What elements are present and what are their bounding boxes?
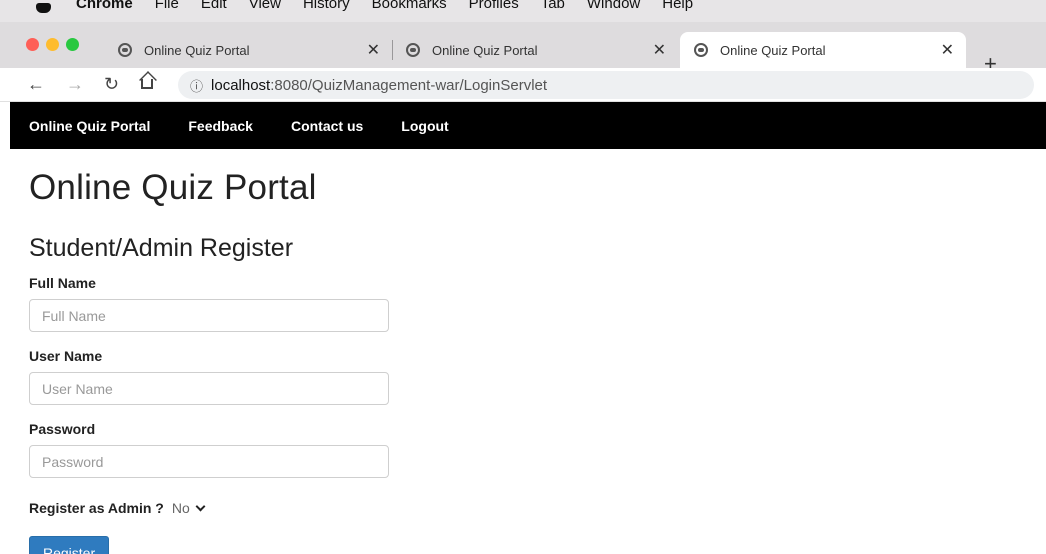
reload-icon[interactable]: ↻: [104, 74, 119, 95]
chevron-down-icon: [195, 501, 206, 511]
browser-tab-3-active[interactable]: Online Quiz Portal ✕: [680, 32, 966, 68]
page-content: Online Quiz Portal Student/Admin Registe…: [29, 168, 629, 554]
fullname-label: Full Name: [29, 275, 96, 291]
minimize-window-button[interactable]: [46, 38, 59, 51]
forward-arrow-icon[interactable]: →: [66, 74, 84, 95]
info-icon[interactable]: ⓘ: [190, 76, 203, 95]
nav-contact-link[interactable]: Contact us: [291, 118, 363, 134]
menu-bookmarks[interactable]: Bookmarks: [372, 0, 447, 12]
back-arrow-icon[interactable]: ←: [27, 74, 45, 95]
admin-select-value: No: [171, 500, 190, 516]
browser-tab-strip: Online Quiz Portal ✕ Online Quiz Portal …: [0, 22, 1046, 76]
register-button[interactable]: Register: [29, 536, 110, 554]
username-input[interactable]: [29, 372, 389, 405]
fullname-input[interactable]: [29, 299, 389, 332]
menu-history[interactable]: History: [303, 0, 350, 12]
close-window-button[interactable]: [26, 38, 39, 51]
browser-toolbar: ← → ↻ ⓘ localhost:8080/QuizManagement-wa…: [0, 68, 1046, 102]
menu-app-name[interactable]: Chrome: [76, 0, 133, 12]
tab-title: Online Quiz Portal: [432, 42, 538, 58]
admin-label: Register as Admin ?: [29, 500, 164, 516]
menu-help[interactable]: Help: [662, 0, 693, 12]
username-group: User Name: [29, 348, 629, 405]
site-navbar: Online Quiz Portal Feedback Contact us L…: [10, 102, 1046, 149]
menu-edit[interactable]: Edit: [201, 0, 227, 12]
menu-file[interactable]: File: [155, 0, 179, 12]
browser-tab-1[interactable]: Online Quiz Portal ✕: [104, 32, 392, 68]
close-tab-icon[interactable]: ✕: [653, 40, 666, 60]
fullname-group: Full Name: [29, 275, 629, 332]
nav-brand-link[interactable]: Online Quiz Portal: [29, 118, 150, 134]
nav-feedback-link[interactable]: Feedback: [188, 118, 253, 134]
address-bar[interactable]: ⓘ localhost:8080/QuizManagement-war/Logi…: [178, 71, 1034, 99]
tab-title: Online Quiz Portal: [144, 42, 250, 58]
password-label: Password: [29, 421, 96, 437]
form-title: Student/Admin Register: [29, 234, 294, 262]
menu-profiles[interactable]: Profiles: [469, 0, 519, 12]
close-tab-icon[interactable]: ✕: [367, 40, 380, 60]
nav-logout-link[interactable]: Logout: [401, 118, 448, 134]
tab-title: Online Quiz Portal: [720, 42, 826, 58]
menu-tab[interactable]: Tab: [541, 0, 565, 12]
globe-icon: [694, 43, 708, 57]
menu-items: Chrome File Edit View History Bookmarks …: [76, 0, 715, 12]
globe-icon: [406, 43, 420, 57]
browser-tab-2[interactable]: Online Quiz Portal ✕: [392, 32, 678, 68]
mac-menu-bar: Chrome File Edit View History Bookmarks …: [0, 0, 1046, 22]
url-host: localhost: [211, 76, 271, 94]
home-icon[interactable]: [141, 79, 153, 89]
apple-logo-icon[interactable]: [36, 3, 51, 13]
page-title: Online Quiz Portal: [29, 168, 317, 207]
globe-icon: [118, 43, 132, 57]
admin-select-row: Register as Admin ? No: [29, 500, 629, 516]
url-path: :8080/QuizManagement-war/LoginServlet: [270, 76, 548, 94]
username-label: User Name: [29, 348, 103, 364]
admin-select[interactable]: No: [171, 500, 206, 516]
password-input[interactable]: [29, 445, 389, 478]
password-group: Password: [29, 421, 629, 478]
close-tab-icon[interactable]: ✕: [941, 40, 954, 60]
zoom-window-button[interactable]: [66, 38, 79, 51]
window-controls: [26, 38, 79, 51]
menu-window[interactable]: Window: [587, 0, 640, 12]
menu-view[interactable]: View: [249, 0, 281, 12]
